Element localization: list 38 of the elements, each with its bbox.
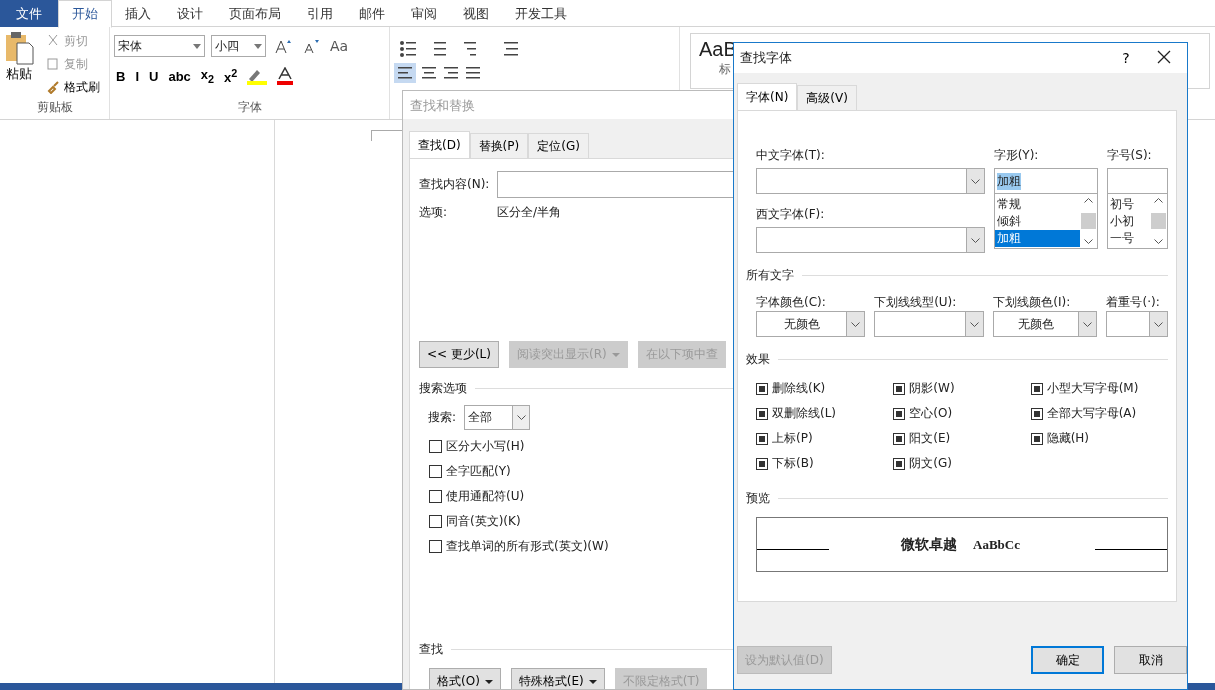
- field-label: 下划线线型(U):: [874, 295, 957, 309]
- checkbox-label: 隐藏(H): [1046, 430, 1090, 447]
- checkbox-label: 使用通配符(U): [446, 488, 525, 505]
- field-label: 字形(Y):: [993, 147, 1040, 164]
- field-label: 下划线颜色(I):: [993, 295, 1071, 309]
- field-label: 搜索:: [428, 409, 457, 426]
- checkbox-label: 双删除线(L): [772, 405, 837, 422]
- section-title: 查找: [419, 641, 443, 658]
- dialog-title: 查找字体: [740, 49, 792, 67]
- options-value: 区分全/半角: [497, 204, 562, 221]
- field-label: 字号(S):: [1106, 147, 1153, 164]
- checkbox-label: 查找单词的所有形式(英文)(W): [446, 538, 609, 555]
- checkbox-label: 同音(英文)(K): [446, 513, 521, 530]
- preview-text: 微软卓越: [901, 535, 957, 554]
- checkbox-label: 小型大写字母(M): [1046, 380, 1139, 397]
- checkbox-label: 阴文(G): [909, 455, 952, 472]
- field-label: 选项:: [419, 204, 449, 221]
- checkbox-label: 阴影(W): [909, 380, 955, 397]
- section-title: 搜索选项: [419, 380, 467, 397]
- field-label: 着重号(·):: [1106, 295, 1160, 309]
- checkbox-label: 区分大小写(H): [446, 438, 525, 455]
- field-label: 查找内容(N):: [419, 176, 491, 193]
- field-label: 中文字体(T):: [756, 147, 826, 164]
- group-title: 剪贴板: [35, 99, 74, 116]
- checkbox-label: 下标(B): [772, 455, 814, 472]
- checkbox-label: 上标(P): [772, 430, 813, 447]
- section-title: 预览: [746, 490, 770, 507]
- checkbox-label: 全字匹配(Y): [446, 463, 511, 480]
- checkbox-label: 全部大写字母(A): [1046, 405, 1137, 422]
- checkbox-label: 空心(O): [909, 405, 953, 422]
- preview-text: AaBbCc: [973, 536, 1020, 553]
- section-title: 效果: [746, 351, 770, 368]
- checkbox-label: 阳文(E): [909, 430, 951, 447]
- section-title: 所有文字: [746, 267, 794, 284]
- field-label: 字体颜色(C):: [756, 295, 826, 309]
- field-label: 西文字体(F):: [756, 206, 826, 223]
- checkbox-label: 删除线(K): [772, 380, 826, 397]
- group-title: 字体: [236, 99, 263, 116]
